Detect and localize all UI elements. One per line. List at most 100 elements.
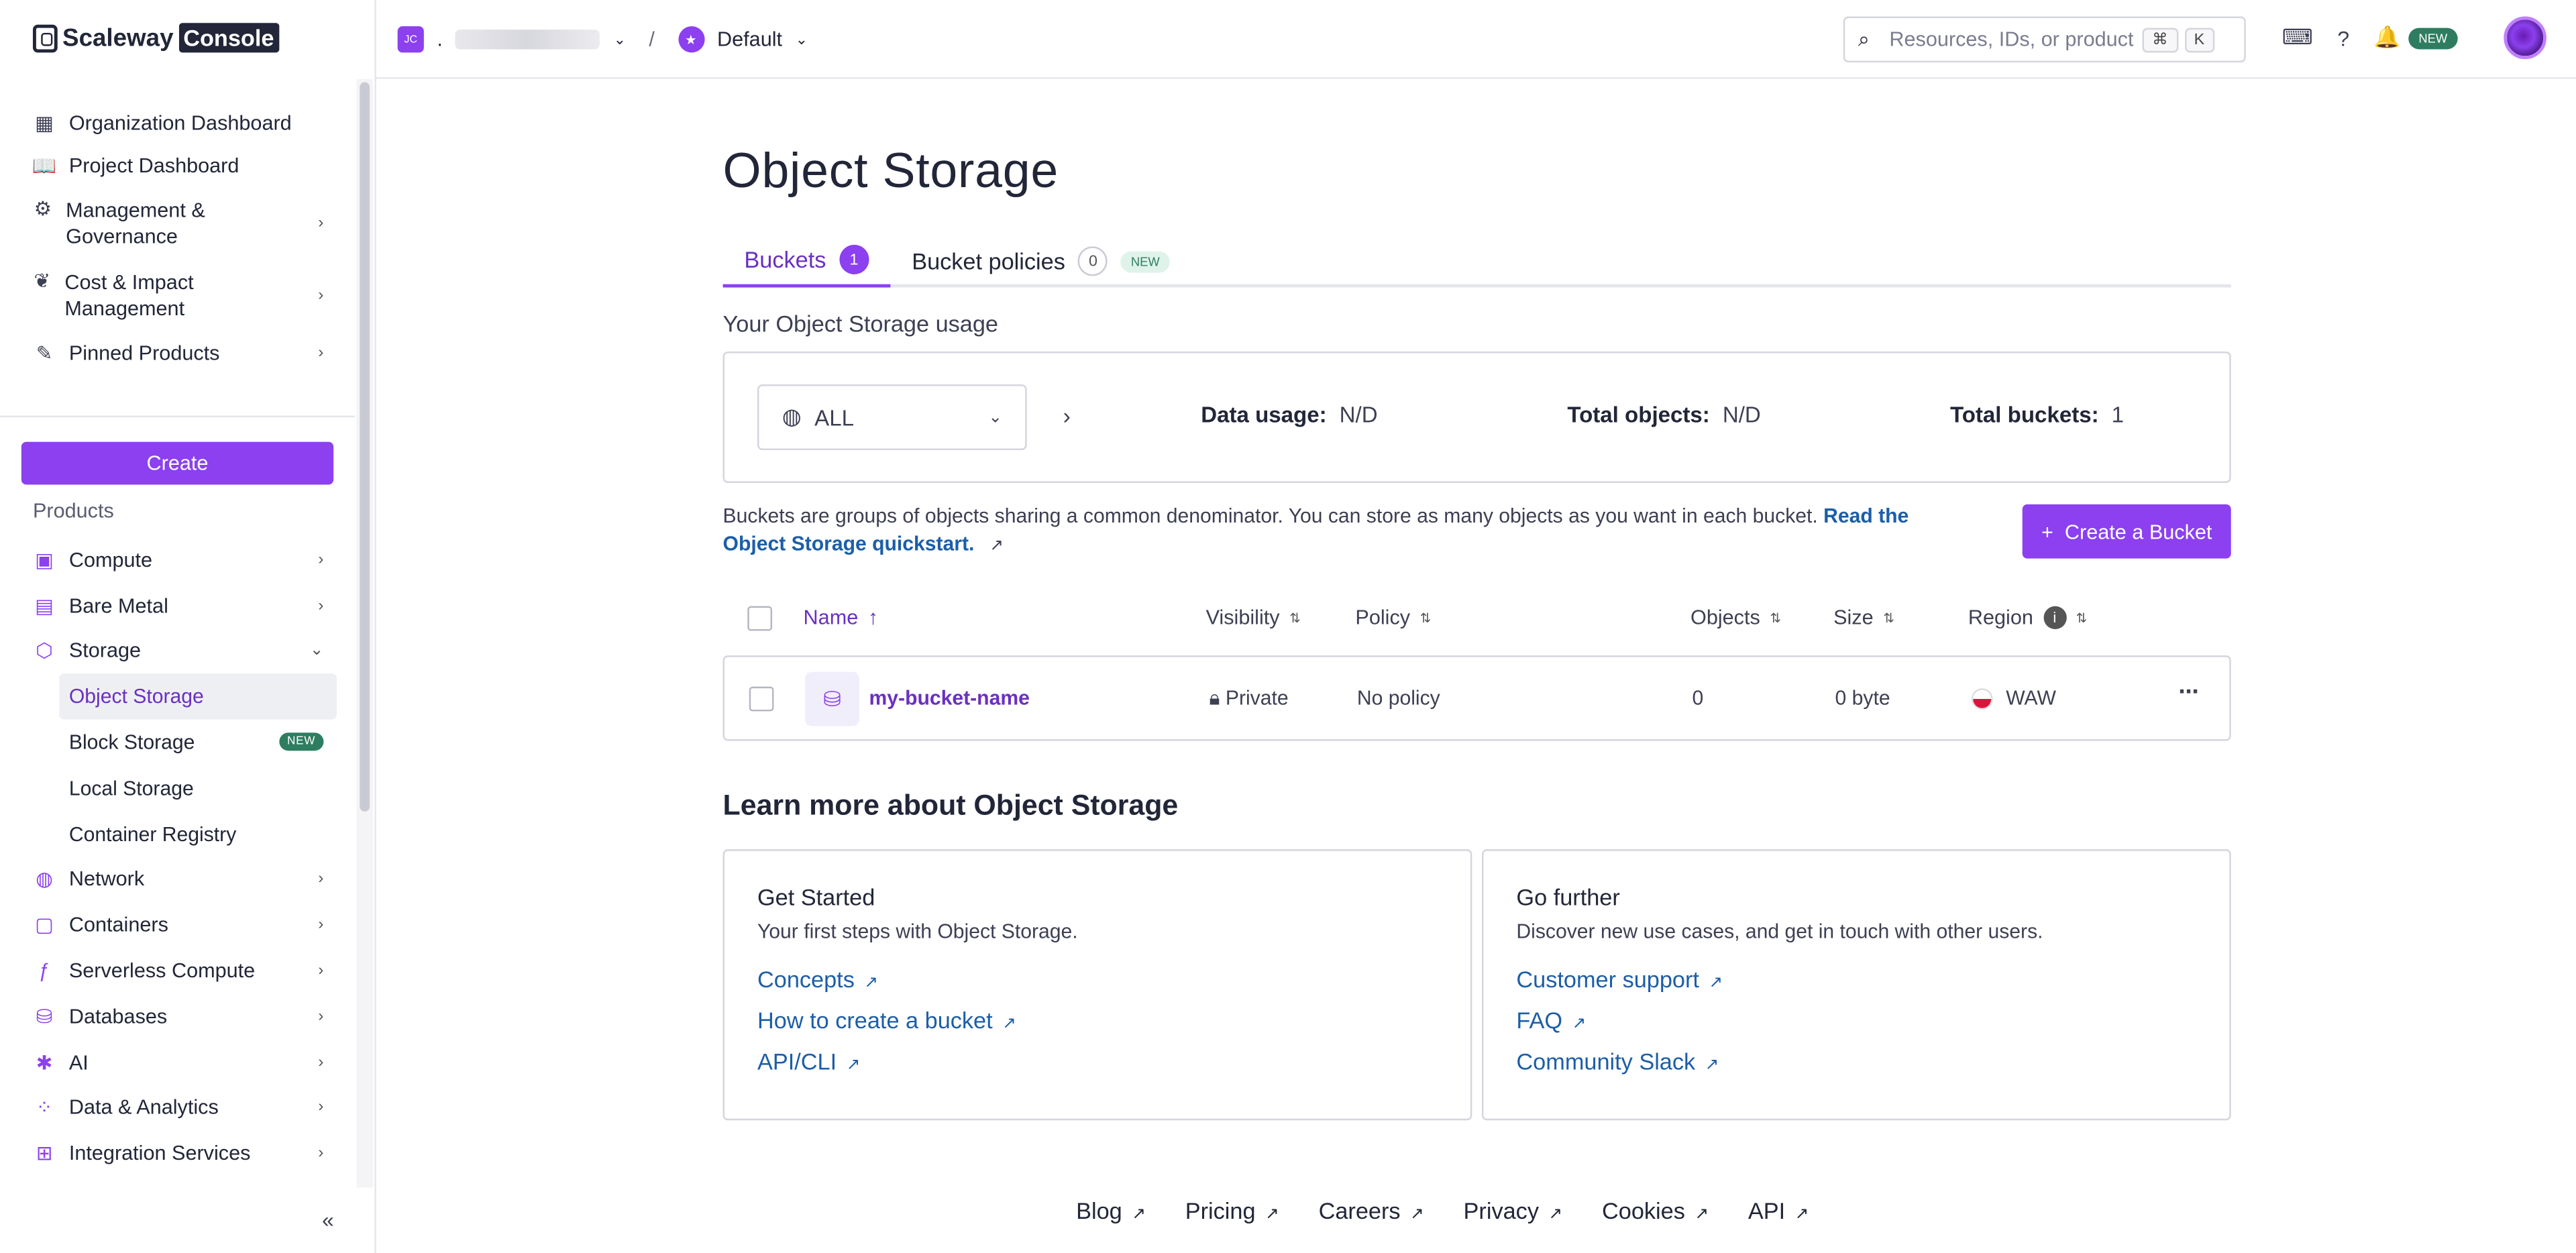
org-name[interactable]: . — [437, 28, 443, 51]
footer-link-privacy[interactable]: Privacy ↗ — [1464, 1197, 1563, 1223]
sidebar-subitem-block-storage[interactable]: Block Storage NEW — [19, 720, 337, 765]
select-all-checkbox[interactable] — [747, 606, 773, 631]
card-title: Go further — [1516, 883, 1620, 910]
column-policy[interactable]: Policy ⇅ — [1355, 606, 1431, 629]
link-label: API/CLI — [757, 1048, 837, 1075]
total-buckets-stat: Total buckets: 1 — [1950, 402, 2124, 427]
link-label: Blog — [1076, 1197, 1122, 1224]
sidebar-subitem-label: Local Storage — [68, 777, 194, 800]
tab-bucket-policies[interactable]: Bucket policies 0 NEW — [912, 235, 1170, 287]
sidebar-item-integration-services[interactable]: ⊞ Integration Services › — [19, 1131, 337, 1177]
more-actions-icon[interactable]: ⋯ — [2178, 680, 2198, 703]
sidebar-item-data-analytics[interactable]: ⁘ Data & Analytics › — [19, 1085, 337, 1131]
bucket-name-link[interactable]: my-bucket-name — [869, 687, 1030, 710]
column-label: Size — [1833, 606, 1874, 629]
create-bucket-button[interactable]: + Create a Bucket — [2022, 504, 2231, 559]
size-cell: 0 byte — [1835, 686, 1890, 710]
chevron-right-icon[interactable]: › — [1063, 402, 1071, 429]
usage-title: Your Object Storage usage — [722, 310, 999, 337]
sidebar-subitem-local-storage[interactable]: Local Storage — [19, 765, 337, 811]
tab-buckets[interactable]: Buckets 1 — [722, 235, 890, 288]
sidebar-item-ai[interactable]: ✱ AI › — [19, 1040, 337, 1085]
sidebar-scrollbar-thumb[interactable] — [360, 82, 370, 812]
checkbox[interactable] — [747, 606, 773, 631]
sidebar-item-organization-dashboard[interactable]: ▦ Organization Dashboard — [19, 102, 337, 145]
footer-link-cookies[interactable]: Cookies ↗ — [1602, 1197, 1709, 1223]
row-checkbox[interactable] — [749, 686, 774, 716]
sidebar-item-bare-metal[interactable]: ▤ Bare Metal › — [19, 583, 337, 629]
project-selector[interactable]: Default — [717, 28, 782, 51]
sidebar-item-containers[interactable]: ▢ Containers › — [19, 902, 337, 948]
search-bar[interactable]: ⌕ ⌘ K — [1843, 16, 2246, 63]
sidebar-item-pinned-products[interactable]: ✎ Pinned Products › — [19, 332, 337, 375]
create-button[interactable]: Create — [21, 441, 334, 485]
column-visibility[interactable]: Visibility ⇅ — [1206, 606, 1301, 629]
chevron-right-icon: › — [318, 916, 324, 934]
description-text: Buckets are groups of objects sharing a … — [722, 504, 1818, 528]
column-region[interactable]: Region i ⇅ — [1968, 606, 2087, 629]
sidebar-subitem-container-registry[interactable]: Container Registry — [19, 811, 337, 857]
sidebar-item-cost-impact[interactable]: ❦ Cost & Impact Management › — [19, 260, 337, 332]
footer-link-careers[interactable]: Careers ↗ — [1319, 1197, 1424, 1223]
customer-support-link[interactable]: Customer support ↗ — [1516, 966, 2196, 992]
scaleway-logo[interactable]: Scaleway Console — [32, 23, 279, 53]
concepts-link[interactable]: Concepts ↗ — [757, 966, 1438, 992]
external-link-icon: ↗ — [1695, 1205, 1709, 1224]
link-label: API — [1748, 1197, 1786, 1224]
ai-icon: ✱ — [36, 1050, 53, 1074]
sort-icon: ⇅ — [1883, 610, 1894, 625]
total-buckets-label: Total buckets: — [1949, 402, 2099, 427]
search-input[interactable] — [1889, 28, 2136, 51]
sidebar-item-compute[interactable]: ▣ Compute › — [19, 537, 337, 583]
sidebar-item-label: Containers — [68, 914, 168, 937]
chevron-right-icon: › — [318, 286, 324, 305]
footer-link-pricing[interactable]: Pricing ↗ — [1185, 1197, 1279, 1223]
column-label: Objects — [1690, 606, 1760, 629]
chevron-down-icon[interactable]: ⌄ — [796, 30, 808, 48]
lock-icon: 🔒︎ — [1209, 686, 1226, 710]
kbd-k: K — [2184, 27, 2214, 52]
region-select[interactable]: ◍ ALL ⌄ — [757, 384, 1027, 451]
community-slack-link[interactable]: Community Slack ↗ — [1516, 1048, 2196, 1074]
table-row[interactable]: ⛁ my-bucket-name 🔒︎ Private No policy 0 … — [722, 655, 2231, 741]
terminal-icon[interactable]: ⌨ — [2282, 25, 2313, 51]
collapse-sidebar-icon[interactable]: « — [322, 1207, 334, 1232]
tab-count: 0 — [1078, 246, 1108, 276]
footer-link-blog[interactable]: Blog ↗ — [1076, 1197, 1146, 1223]
user-avatar[interactable] — [2504, 16, 2546, 60]
sidebar-subitem-label: Object Storage — [68, 685, 204, 709]
sidebar-item-serverless-compute[interactable]: ƒ Serverless Compute › — [19, 948, 337, 993]
sidebar-item-project-dashboard[interactable]: 📖 Project Dashboard — [19, 145, 337, 188]
chevron-down-icon[interactable]: ⌄ — [614, 30, 626, 48]
column-label: Region — [1968, 606, 2033, 629]
org-name-redacted[interactable] — [455, 30, 601, 50]
sidebar-item-network[interactable]: ◍ Network › — [19, 857, 337, 902]
column-name[interactable]: Name ↑ — [804, 606, 879, 629]
faq-link[interactable]: FAQ ↗ — [1516, 1007, 2196, 1033]
column-size[interactable]: Size ⇅ — [1833, 606, 1894, 629]
link-label: Concepts — [757, 966, 855, 993]
sidebar-item-management-governance[interactable]: ⚙ Management & Governance › — [19, 187, 337, 260]
how-to-create-bucket-link[interactable]: How to create a bucket ↗ — [757, 1007, 1438, 1033]
chevron-right-icon: › — [318, 870, 324, 889]
sidebar-subitem-object-storage[interactable]: Object Storage — [59, 674, 337, 720]
link-label: Community Slack — [1516, 1048, 1696, 1075]
column-label: Policy — [1355, 606, 1411, 629]
checkbox[interactable] — [749, 686, 774, 712]
sidebar-item-label: Storage — [68, 639, 142, 663]
sidebar-item-storage[interactable]: ⬡ Storage ⌄ — [19, 629, 337, 674]
total-buckets-value: 1 — [2111, 402, 2125, 427]
cpu-icon: ▣ — [35, 548, 54, 571]
api-cli-link[interactable]: API/CLI ↗ — [757, 1048, 1438, 1074]
info-icon[interactable]: i — [2043, 606, 2066, 629]
column-objects[interactable]: Objects ⇅ — [1690, 606, 1781, 629]
footer-link-api[interactable]: API ↗ — [1748, 1197, 1809, 1223]
help-icon[interactable]: ? — [2337, 25, 2349, 50]
sidebar-item-label: Integration Services — [68, 1142, 251, 1165]
bell-icon[interactable]: 🔔 — [2374, 25, 2401, 51]
card-title: Get Started — [757, 883, 875, 910]
sidebar-top-nav: ▦ Organization Dashboard 📖 Project Dashb… — [19, 102, 337, 375]
data-usage-label: Data usage: — [1201, 402, 1327, 427]
sidebar-item-databases[interactable]: ⛁ Databases › — [19, 994, 337, 1040]
sort-icon: ⇅ — [2076, 610, 2088, 625]
